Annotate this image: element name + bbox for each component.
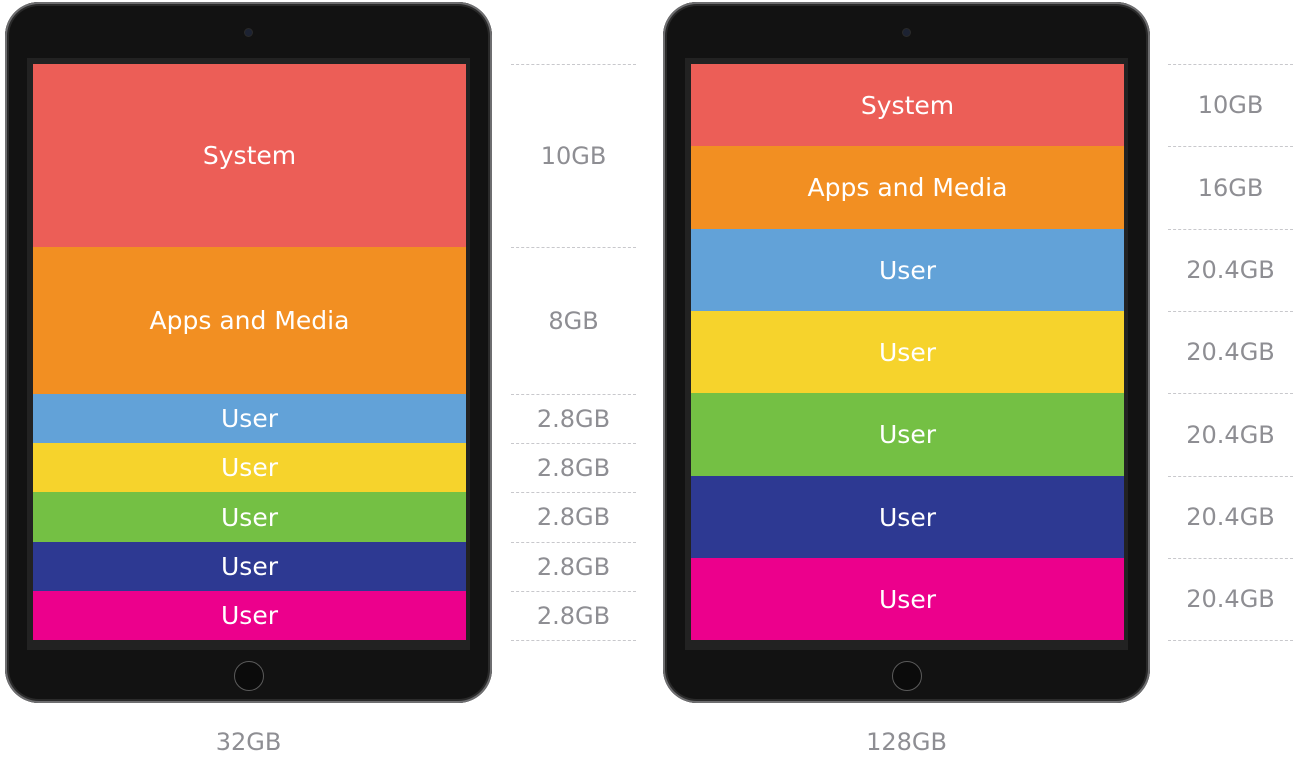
segment-label: System: [202, 141, 297, 170]
segment-apps-and-media: Apps and Media: [691, 146, 1124, 229]
segment-user: User: [33, 591, 466, 640]
segment-size: 2.8GB: [536, 453, 611, 482]
segment-user: User: [691, 229, 1124, 311]
segment-label: User: [879, 255, 936, 285]
segment-size: 20.4GB: [1186, 420, 1275, 449]
segment-label: User: [879, 584, 936, 614]
segment-label: User: [221, 453, 278, 482]
ipad-32gb: System Apps and Media User User User User User: [5, 2, 492, 703]
segment-user: User: [33, 394, 466, 443]
segment-size: 20.4GB: [1186, 503, 1275, 531]
segment-size: 10GB: [540, 141, 607, 170]
segment-label: User: [879, 337, 936, 367]
segment-label: User: [221, 601, 278, 630]
segment-label: User: [221, 404, 278, 433]
segment-size: 2.8GB: [536, 601, 611, 630]
segment-user: User: [33, 542, 466, 591]
segment-size: 2.8GB: [536, 552, 611, 581]
segment-user: User: [691, 311, 1124, 393]
segment-user: User: [691, 476, 1124, 558]
segment-label: Apps and Media: [149, 306, 350, 335]
storage-screen: System Apps and Media User User User User User: [691, 64, 1124, 640]
segment-user: User: [691, 393, 1124, 476]
segment-system: System: [691, 64, 1124, 146]
segment-size: 2.8GB: [536, 503, 611, 531]
home-button-icon: [233, 661, 264, 691]
storage-screen: System Apps and Media User User User User User: [33, 64, 466, 640]
segment-label: User: [879, 502, 936, 532]
size-labels-128gb: 10GB 16GB 20.4GB 20.4GB 20.4GB 20.4GB 20.4GB: [1168, 64, 1293, 641]
segment-user: User: [33, 443, 466, 492]
segment-size: 16GB: [1197, 173, 1264, 202]
segment-size: 20.4GB: [1186, 256, 1275, 284]
segment-size: 20.4GB: [1186, 585, 1275, 613]
capacity-caption: 128GB: [866, 728, 947, 756]
segment-apps-and-media: Apps and Media: [33, 247, 466, 394]
ipad-128gb: System Apps and Media User User User User User: [663, 2, 1150, 703]
segment-label: User: [221, 502, 278, 532]
segment-user: User: [691, 558, 1124, 640]
segment-size: 2.8GB: [536, 404, 611, 433]
segment-system: System: [33, 64, 466, 247]
capacity-caption: 32GB: [215, 728, 282, 756]
segment-label: User: [221, 552, 278, 581]
segment-user: User: [33, 492, 466, 542]
segment-size: 20.4GB: [1186, 338, 1275, 366]
segment-size: 8GB: [548, 306, 599, 335]
divider-dashed: [1168, 640, 1293, 641]
segment-label: User: [879, 420, 936, 449]
camera-icon: [245, 29, 252, 36]
size-labels-32gb: 10GB 8GB 2.8GB 2.8GB 2.8GB 2.8GB 2.8GB: [511, 64, 636, 641]
camera-icon: [903, 29, 910, 36]
segment-label: Apps and Media: [807, 173, 1008, 202]
divider-dashed: [511, 640, 636, 641]
segment-label: System: [860, 90, 955, 120]
home-button-icon: [891, 661, 922, 691]
segment-size: 10GB: [1197, 91, 1264, 119]
